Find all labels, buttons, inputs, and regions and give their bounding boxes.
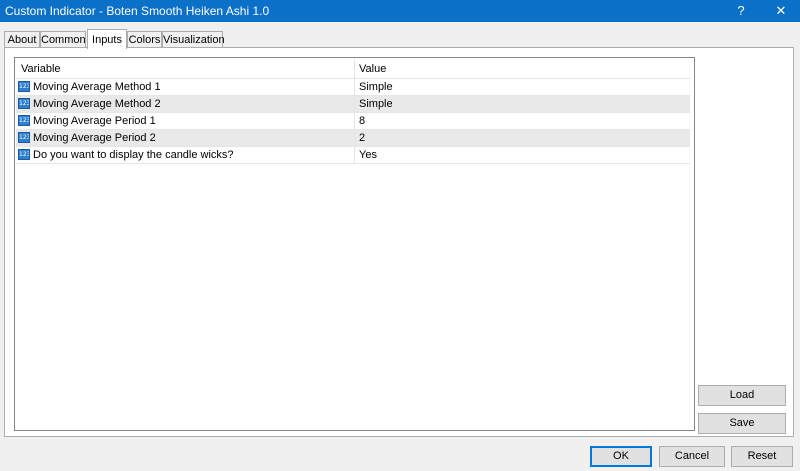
tab-visualization[interactable]: Visualization: [162, 31, 225, 47]
variable-name: Moving Average Period 2: [33, 132, 156, 144]
123-icon: 123: [18, 149, 30, 160]
variable-value[interactable]: 2: [354, 130, 365, 146]
inputs-table[interactable]: Variable Value 123 Moving Average Method…: [14, 57, 695, 431]
variable-value[interactable]: Simple: [354, 96, 393, 112]
title-bar: Custom Indicator - Boten Smooth Heiken A…: [0, 0, 800, 22]
tab-inputs[interactable]: Inputs: [87, 29, 127, 49]
123-icon: 123: [18, 98, 30, 109]
table-row[interactable]: 123 Moving Average Period 2 2: [16, 130, 690, 147]
table-header: Variable Value: [16, 59, 690, 79]
reset-button[interactable]: Reset: [731, 446, 793, 467]
table-row[interactable]: 123 Do you want to display the candle wi…: [16, 147, 690, 164]
variable-value[interactable]: Simple: [354, 79, 393, 95]
cancel-button[interactable]: Cancel: [659, 446, 725, 467]
ok-button[interactable]: OK: [590, 446, 652, 467]
help-button[interactable]: ?: [726, 0, 756, 22]
tab-colors[interactable]: Colors: [127, 31, 162, 47]
table-row[interactable]: 123 Moving Average Method 1 Simple: [16, 79, 690, 96]
column-header-value[interactable]: Value: [354, 59, 386, 78]
table-row[interactable]: 123 Moving Average Method 2 Simple: [16, 96, 690, 113]
close-button[interactable]: ✕: [766, 0, 796, 22]
variable-value[interactable]: Yes: [354, 147, 377, 163]
variable-value[interactable]: 8: [354, 113, 365, 129]
inputs-panel: Variable Value 123 Moving Average Method…: [4, 47, 794, 437]
column-header-variable[interactable]: Variable: [21, 59, 61, 78]
variable-name: Moving Average Method 2: [33, 98, 161, 110]
variable-name: Moving Average Method 1: [33, 81, 161, 93]
save-button[interactable]: Save: [698, 413, 786, 434]
window-title: Custom Indicator - Boten Smooth Heiken A…: [5, 4, 270, 18]
variable-name: Moving Average Period 1: [33, 115, 156, 127]
variable-name: Do you want to display the candle wicks?: [33, 149, 234, 161]
tab-about[interactable]: About: [4, 31, 40, 47]
tab-common[interactable]: Common: [40, 31, 86, 47]
table-row[interactable]: 123 Moving Average Period 1 8: [16, 113, 690, 130]
123-icon: 123: [18, 115, 30, 126]
123-icon: 123: [18, 132, 30, 143]
load-button[interactable]: Load: [698, 385, 786, 406]
123-icon: 123: [18, 81, 30, 92]
